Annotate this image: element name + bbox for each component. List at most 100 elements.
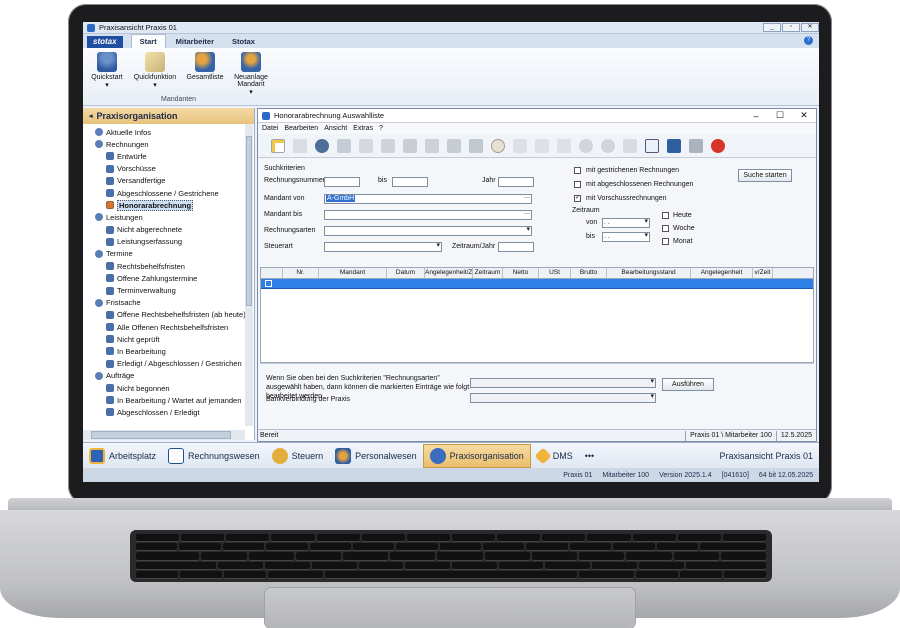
zeitraum-von-date[interactable]: . .: [602, 218, 650, 228]
menu-ansicht[interactable]: Ansicht: [324, 125, 347, 132]
nav-rechnungswesen[interactable]: Rechnungswesen: [162, 444, 266, 468]
details-button[interactable]: [664, 137, 684, 155]
mit-vorschuss-checkbox[interactable]: ✓: [574, 195, 581, 202]
menu-help[interactable]: ?: [379, 125, 383, 132]
tool3-button[interactable]: [554, 137, 574, 155]
column-header[interactable]: [261, 268, 283, 278]
tree-item[interactable]: Offene Rechtsbehelfsfristen (ab heute): [87, 309, 254, 321]
neuanlage-mandant-button[interactable]: Neuanlage Mandant ▾: [229, 52, 273, 96]
tree-item[interactable]: Aufträge: [87, 370, 254, 382]
column-header[interactable]: Nr.: [283, 268, 319, 278]
column-header[interactable]: Zeitraum: [473, 268, 503, 278]
cancel-button[interactable]: [598, 137, 618, 155]
minimize-icon[interactable]: –: [744, 111, 768, 121]
maximize-button[interactable]: ▫: [782, 23, 800, 32]
nav-dms[interactable]: DMS: [531, 444, 579, 468]
info-button[interactable]: [312, 137, 332, 155]
column-header[interactable]: Datum: [387, 268, 425, 278]
tree-item[interactable]: Entwürfe: [87, 150, 254, 162]
tab-stotax[interactable]: Stotax: [224, 35, 263, 48]
tool1-button[interactable]: [510, 137, 530, 155]
suche-starten-button[interactable]: Suche starten: [738, 169, 792, 182]
copy-button[interactable]: [356, 137, 376, 155]
ausfuehren-button[interactable]: Ausführen: [662, 378, 714, 391]
bankverbindung-select[interactable]: [470, 393, 656, 403]
tree-item[interactable]: Alle Offenen Rechtsbehelfsfristen: [87, 321, 254, 333]
mandant-bis-lookup-icon[interactable]: ...: [524, 209, 530, 217]
column-header[interactable]: v/Zeit: [753, 268, 773, 278]
new-button[interactable]: [268, 137, 288, 155]
gesamtliste-button[interactable]: Gesamtliste: [181, 52, 229, 81]
table-row[interactable]: [261, 279, 813, 289]
monat-checkbox[interactable]: [662, 238, 669, 245]
tree-item[interactable]: Nicht abgerechnete: [87, 224, 254, 236]
help-icon[interactable]: ?: [804, 36, 813, 45]
help-button[interactable]: [708, 137, 728, 155]
mandant-von-lookup-icon[interactable]: ...: [524, 193, 530, 201]
rechnungsnummer-von-input[interactable]: [324, 177, 360, 187]
tree-item[interactable]: Abgeschlossen / Erledigt: [87, 406, 254, 418]
nav-praxisorganisation[interactable]: Praxisorganisation: [422, 443, 531, 468]
mit-gestrichenen-checkbox[interactable]: [574, 167, 581, 174]
tree-item[interactable]: Leistungserfassung: [87, 236, 254, 248]
nav-steuern[interactable]: Steuern: [266, 444, 330, 468]
print-button[interactable]: [400, 137, 420, 155]
zeitraum-bis-date[interactable]: . .: [602, 232, 650, 242]
close-icon[interactable]: ✕: [792, 110, 816, 121]
stotax-logo[interactable]: stotax: [87, 36, 123, 48]
tab-start[interactable]: Start: [130, 34, 166, 48]
column-header[interactable]: Angelegenheit/Zeitraum: [425, 268, 473, 278]
scroll-thumb[interactable]: [91, 431, 231, 439]
tab-mitarbeiter[interactable]: Mitarbeiter: [168, 35, 222, 48]
collapse-icon[interactable]: ◂: [89, 112, 93, 120]
tree-item[interactable]: Rechnungen: [87, 138, 254, 150]
menu-bearbeiten[interactable]: Bearbeiten: [284, 125, 318, 132]
vertical-scrollbar[interactable]: [245, 124, 253, 426]
column-header[interactable]: USt: [539, 268, 571, 278]
mandant-bis-input[interactable]: ...: [324, 209, 532, 220]
nav-personalwesen[interactable]: Personalwesen: [329, 444, 423, 468]
tree-item[interactable]: Vorschüsse: [87, 163, 254, 175]
jahr-input[interactable]: [498, 177, 534, 187]
tree-item[interactable]: In Bearbeitung / Wartet auf jemanden: [87, 394, 254, 406]
confirm-button[interactable]: [576, 137, 596, 155]
steuerart-select[interactable]: [324, 242, 442, 252]
mandant-von-input[interactable]: A-GmbH ...: [324, 193, 532, 204]
rechnungsnummer-bis-input[interactable]: [392, 177, 428, 187]
scroll-thumb[interactable]: [246, 136, 252, 306]
row-checkbox[interactable]: [265, 280, 272, 287]
close-button[interactable]: ✕: [801, 23, 819, 32]
horizontal-scrollbar[interactable]: [83, 430, 245, 440]
mit-abgeschlossenen-checkbox[interactable]: [574, 181, 581, 188]
column-header[interactable]: Angelegenheit: [691, 268, 753, 278]
clear-button[interactable]: [620, 137, 640, 155]
tree-item[interactable]: Termine: [87, 248, 254, 260]
timer-button[interactable]: [488, 137, 508, 155]
menu-datei[interactable]: Datei: [262, 125, 278, 132]
tree-item[interactable]: Erledigt / Abgeschlossen / Gestrichen: [87, 358, 254, 370]
tree-item[interactable]: Leistungen: [87, 211, 254, 223]
delete-button[interactable]: [378, 137, 398, 155]
save-button[interactable]: [334, 137, 354, 155]
column-header[interactable]: Mandant: [319, 268, 387, 278]
nav-more[interactable]: •••: [579, 444, 600, 468]
quickfunktion-button[interactable]: Quickfunktion ▾: [129, 52, 181, 89]
minimize-button[interactable]: _: [763, 23, 781, 32]
tree-item[interactable]: Abgeschlossene / Gestrichene: [87, 187, 254, 199]
column-header[interactable]: Brutto: [571, 268, 607, 278]
export-button[interactable]: [466, 137, 486, 155]
heute-checkbox[interactable]: [662, 212, 669, 219]
tree-item[interactable]: Nicht geprüft: [87, 333, 254, 345]
forward-button[interactable]: [422, 137, 442, 155]
column-header[interactable]: Netto: [503, 268, 539, 278]
zeitraum-jahr-input[interactable]: [498, 242, 534, 252]
tree-item[interactable]: Offene Zahlungstermine: [87, 272, 254, 284]
action-select[interactable]: [470, 378, 656, 388]
column-header[interactable]: Bearbeitungsstand: [607, 268, 691, 278]
quickstart-button[interactable]: Quickstart ▾: [85, 52, 129, 89]
tree-item[interactable]: Versandfertige: [87, 175, 254, 187]
nav-arbeitsplatz[interactable]: Arbeitsplatz: [83, 444, 162, 468]
tree-item[interactable]: Fristsache: [87, 297, 254, 309]
doc-button[interactable]: [686, 137, 706, 155]
tree-item[interactable]: Rechtsbehelfsfristen: [87, 260, 254, 272]
